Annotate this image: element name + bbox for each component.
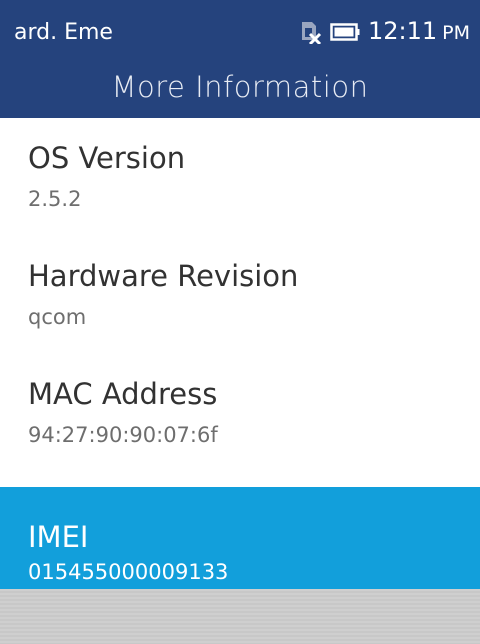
item-value: 015455000009133 [28,560,229,584]
status-indicators: 12:11 PM [298,16,470,48]
item-value: 2.5.2 [28,187,82,211]
item-value: 94:27:90:90:07:6f [28,423,218,447]
item-label: IMEI [28,520,89,554]
app-header: ard. Eme 12:11 PM More Information [0,0,480,118]
clock: 12:11 PM [368,17,470,47]
item-value: qcom [28,305,87,329]
softkey-bar [0,589,480,644]
list-item-imei[interactable]: IMEI 015455000009133 [0,487,480,589]
no-sim-icon [298,20,322,46]
list-item-mac-address[interactable]: MAC Address 94:27:90:90:07:6f [0,354,480,472]
clock-time: 12:11 [367,17,438,45]
list-item-hardware-revision[interactable]: Hardware Revision qcom [0,236,480,354]
item-label: MAC Address [28,377,218,411]
status-bar: ard. Eme 12:11 PM [0,0,480,62]
clock-ampm: PM [442,22,470,44]
page-title: More Information [111,70,369,104]
item-label: Hardware Revision [28,259,299,293]
carrier-name: ard. Eme [14,20,113,45]
battery-icon [330,23,360,41]
item-label: OS Version [28,141,186,175]
list-item-os-version[interactable]: OS Version 2.5.2 [0,118,480,236]
